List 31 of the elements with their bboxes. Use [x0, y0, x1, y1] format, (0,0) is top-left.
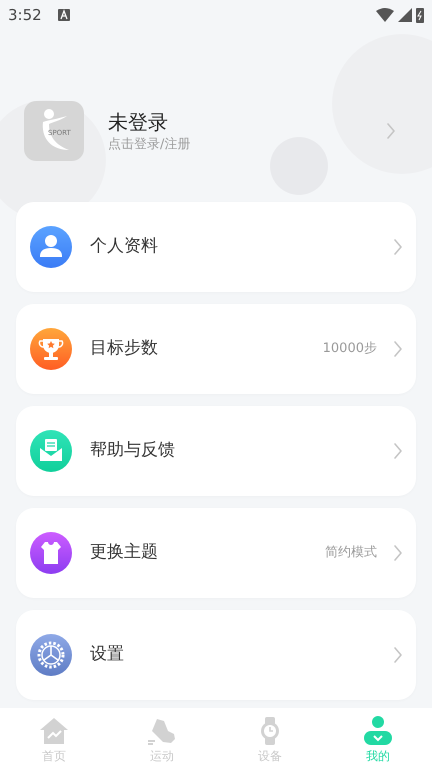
- menu-item[interactable]: 目标步数 10000步: [16, 304, 416, 394]
- login-hint: 点击登录/注册: [108, 138, 190, 150]
- chevron-right-icon: [393, 442, 403, 460]
- chevron-right-icon: [393, 340, 403, 358]
- signal-icon: [398, 8, 412, 22]
- menu-value: 简约模式: [325, 544, 377, 562]
- menu-label: 目标步数: [90, 337, 158, 360]
- menu-value: 10000步: [322, 340, 377, 358]
- menu-item[interactable]: 设置: [16, 610, 416, 700]
- menu-item[interactable]: 帮助与反馈: [16, 406, 416, 496]
- person-icon: [361, 715, 395, 747]
- shirt-icon: [30, 532, 72, 574]
- person-icon: [30, 226, 72, 268]
- wifi-icon: [376, 8, 394, 22]
- chevron-right-icon: [393, 544, 403, 562]
- status-time: 3:52: [8, 4, 42, 26]
- battery-icon: [416, 7, 424, 23]
- chevron-right-icon: [393, 646, 403, 664]
- menu-label: 设置: [90, 643, 124, 666]
- menu-item[interactable]: 更换主题 简约模式: [16, 508, 416, 598]
- gear-icon: [30, 634, 72, 676]
- menu-label: 更换主题: [90, 541, 158, 564]
- login-status: 未登录: [108, 112, 169, 132]
- menu-label: 个人资料: [90, 235, 158, 258]
- mail-icon: [30, 430, 72, 472]
- keyboard-icon: [58, 9, 70, 21]
- trophy-icon: [30, 328, 72, 370]
- menu-label: 帮助与反馈: [90, 439, 175, 462]
- chevron-right-icon: [386, 122, 396, 140]
- chevron-right-icon: [393, 238, 403, 256]
- menu-item[interactable]: 个人资料: [16, 202, 416, 292]
